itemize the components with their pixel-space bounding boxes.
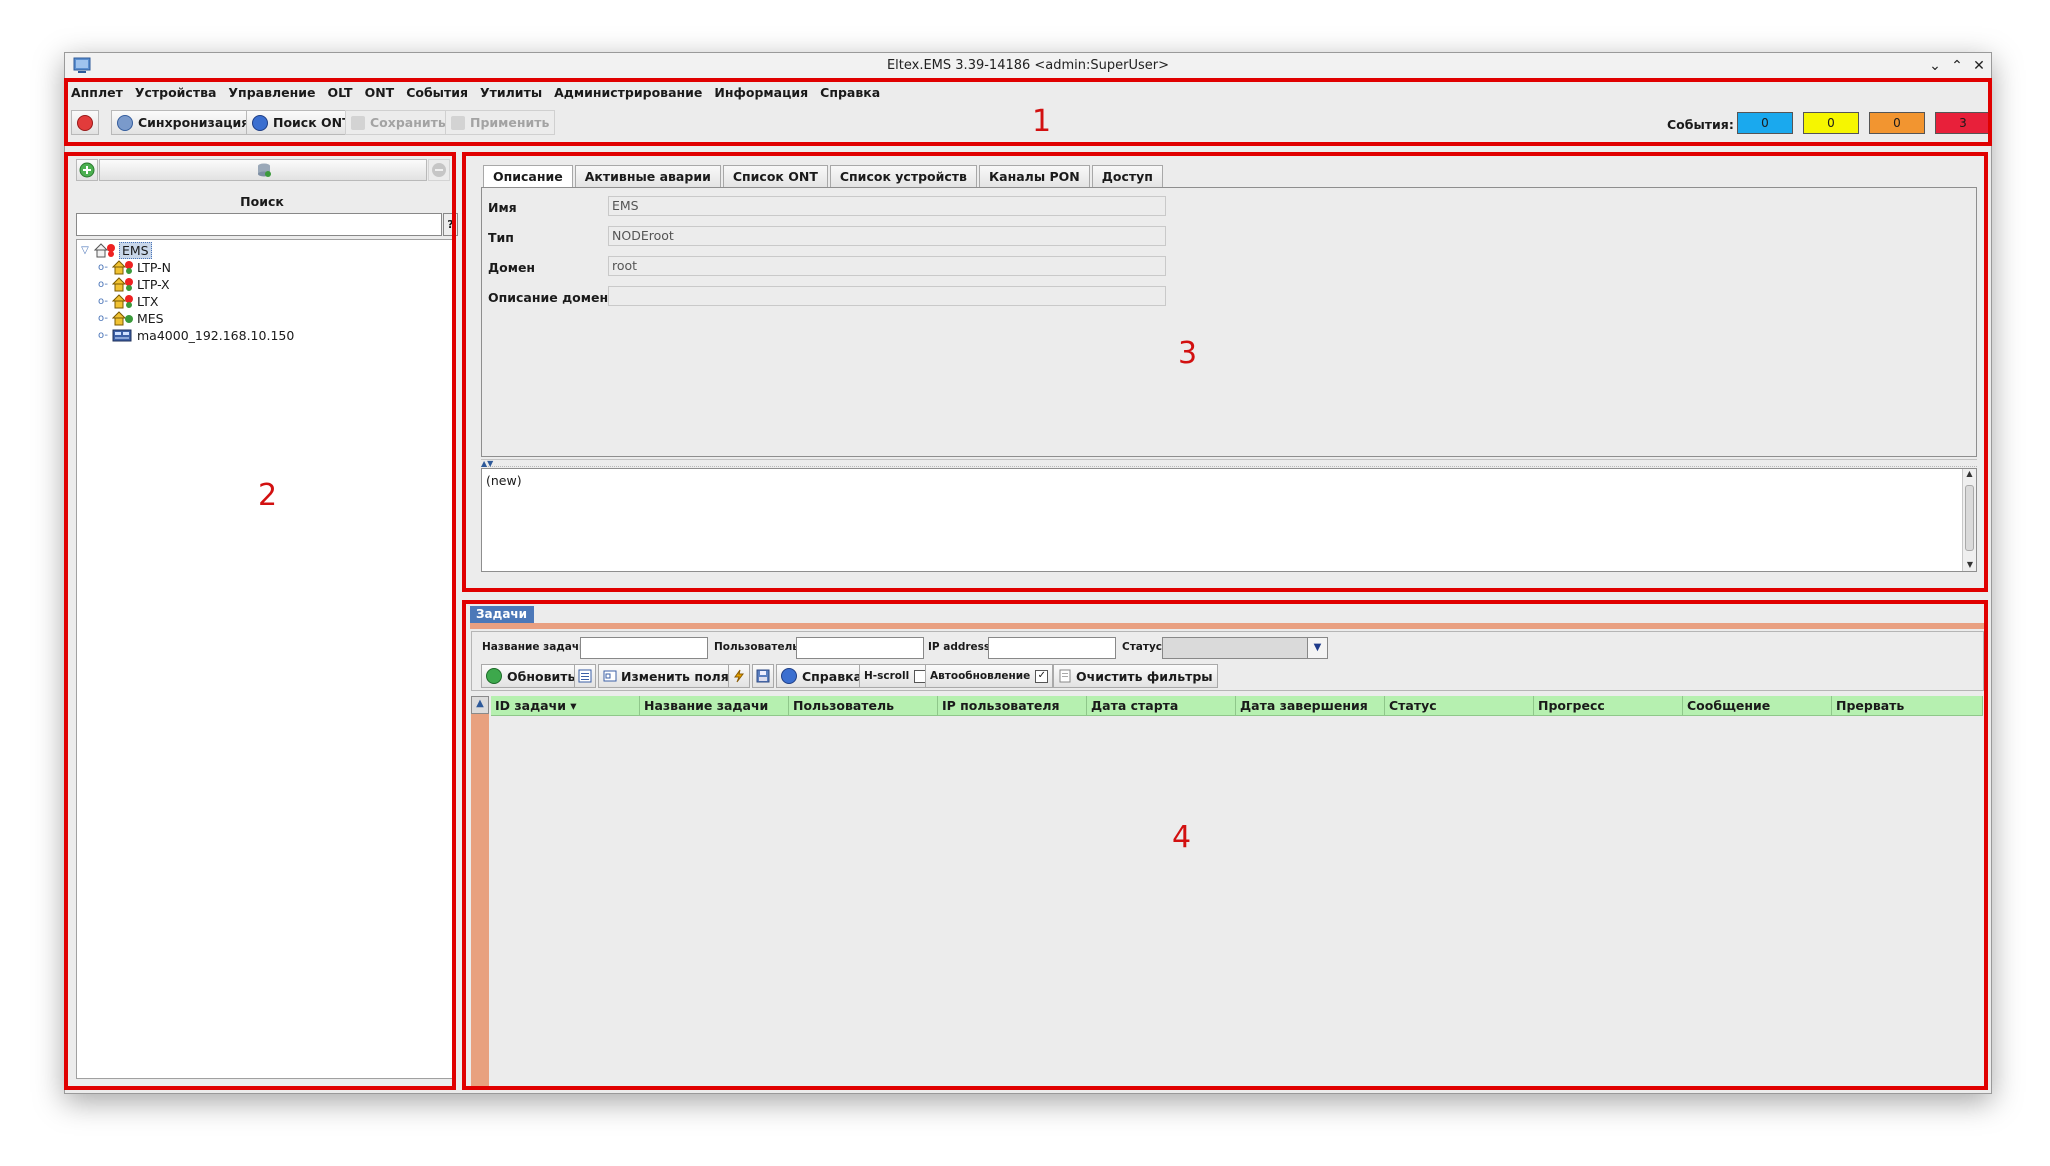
annotation-box-3	[462, 152, 1988, 592]
maximize-icon[interactable]: ⌃	[1947, 56, 1967, 76]
close-icon[interactable]: ✕	[1969, 56, 1989, 76]
window-title: Eltex.EMS 3.39-14186 <admin:SuperUser>	[886, 58, 1170, 73]
annotation-box-1	[64, 78, 1992, 146]
annotation-number-3: 3	[1178, 336, 1198, 371]
annotation-number-2: 2	[258, 478, 278, 513]
annotation-box-4	[462, 600, 1988, 1090]
minimize-icon[interactable]: ⌄	[1925, 56, 1945, 76]
annotation-number-1: 1	[1032, 104, 1052, 139]
annotation-number-4: 4	[1172, 820, 1192, 855]
title-bar[interactable]: Eltex.EMS 3.39-14186 <admin:SuperUser> ⌄…	[65, 53, 1991, 79]
app-logo-icon	[73, 57, 91, 74]
annotation-box-2	[64, 152, 456, 1090]
